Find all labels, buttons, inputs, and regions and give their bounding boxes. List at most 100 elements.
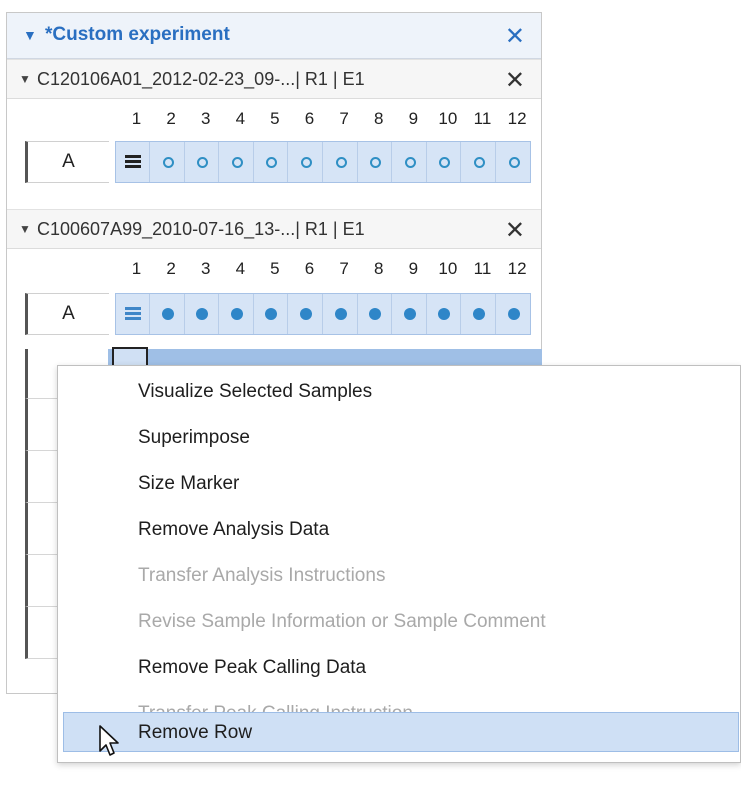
- empty-well-icon: [162, 157, 174, 168]
- well-cell[interactable]: [462, 142, 496, 182]
- column-number: 4: [235, 259, 246, 278]
- column-number: 6: [304, 259, 315, 278]
- column-number: 11: [473, 109, 492, 128]
- column-number: 9: [408, 109, 419, 128]
- well-cell[interactable]: [427, 294, 462, 334]
- filled-well-icon: [161, 308, 174, 320]
- filled-well-icon: [230, 308, 243, 320]
- column-number: 1: [131, 259, 142, 278]
- filled-well-icon: [265, 308, 278, 320]
- column-number: 2: [166, 259, 176, 278]
- filled-well-icon: [473, 308, 485, 320]
- column-number: 2: [166, 109, 176, 128]
- menu-item[interactable]: Size Marker: [58, 464, 740, 504]
- filled-well-icon: [438, 308, 451, 320]
- column-number: 10: [438, 109, 458, 128]
- column-number: 10: [438, 259, 458, 278]
- column-numbers: 1 2 3 4 5 6 7 8 9 10 11 12: [7, 259, 541, 285]
- empty-well-icon: [404, 157, 416, 168]
- menu-item[interactable]: Remove Analysis Data: [58, 510, 740, 550]
- empty-well-icon: [335, 157, 347, 168]
- filled-well-icon: [369, 308, 382, 320]
- well-cell[interactable]: [220, 142, 254, 182]
- well-cell[interactable]: [289, 294, 323, 334]
- well-cell[interactable]: [393, 294, 427, 334]
- context-menu: Visualize Selected Samples Superimpose Siz…: [57, 365, 741, 763]
- column-number: 3: [200, 259, 211, 278]
- menu-item[interactable]: Remove Row: [63, 712, 739, 752]
- close-icon[interactable]: ✕: [505, 216, 525, 245]
- empty-well-icon: [508, 157, 520, 168]
- close-icon[interactable]: ✕: [505, 66, 525, 95]
- menu-item: Revise Sample Information or Sample Comm…: [138, 611, 546, 632]
- list-lines-icon: [125, 307, 141, 321]
- well-cell[interactable]: [185, 294, 220, 334]
- well-cell[interactable]: [185, 142, 220, 182]
- empty-well-icon: [266, 157, 278, 168]
- well-cell[interactable]: [254, 294, 289, 334]
- list-lines-icon: [125, 155, 141, 169]
- column-numbers: 1 2 3 4 5 6 7 8 9 10 11 12: [7, 109, 541, 135]
- well-cell[interactable]: [116, 294, 150, 334]
- filled-well-icon: [334, 308, 347, 320]
- filled-well-icon: [196, 308, 209, 320]
- column-number: 8: [373, 109, 384, 128]
- column-number: 12: [507, 109, 527, 128]
- empty-well-icon: [370, 157, 382, 168]
- well-cell[interactable]: [393, 142, 427, 182]
- well-cell[interactable]: [151, 142, 185, 182]
- experiment-title: C100607A99_2010-07-16_13-...| R1 | E1: [37, 219, 365, 239]
- well-cell[interactable]: [289, 142, 323, 182]
- empty-well-icon: [301, 157, 312, 168]
- well-row: [115, 141, 531, 183]
- row-label[interactable]: A: [25, 293, 109, 335]
- column-number: 8: [373, 259, 384, 278]
- collapse-triangle-icon[interactable]: ▼: [23, 27, 37, 43]
- menu-item[interactable]: Superimpose: [58, 418, 740, 458]
- collapse-triangle-icon[interactable]: ▼: [19, 72, 31, 86]
- experiment-header[interactable]: ▼ C120106A01_2012-02-23_09-...| R1 | E1 …: [7, 59, 541, 99]
- well-cell[interactable]: [324, 294, 358, 334]
- well-cell[interactable]: [497, 294, 531, 334]
- well-cell[interactable]: [220, 294, 254, 334]
- empty-well-icon: [439, 157, 451, 168]
- column-number: 4: [235, 109, 246, 128]
- filled-well-icon: [507, 308, 520, 320]
- filled-well-icon: [300, 308, 312, 320]
- column-number: 5: [270, 109, 280, 128]
- row-label[interactable]: A: [25, 141, 109, 183]
- well-cell[interactable]: [462, 294, 496, 334]
- column-number: 9: [408, 259, 419, 278]
- filled-well-icon: [403, 308, 416, 320]
- mouse-pointer-icon: [99, 725, 119, 756]
- collapse-triangle-icon[interactable]: ▼: [19, 222, 31, 236]
- column-number: 3: [200, 109, 211, 128]
- empty-well-icon: [197, 157, 209, 168]
- well-cell[interactable]: [116, 142, 150, 182]
- selected-cell[interactable]: [112, 347, 148, 365]
- experiment-title: C120106A01_2012-02-23_09-...| R1 | E1: [37, 69, 365, 89]
- menu-item[interactable]: Remove Peak Calling Data: [58, 648, 740, 688]
- column-number: 11: [473, 259, 492, 278]
- menu-item[interactable]: Visualize Selected Samples: [58, 372, 740, 412]
- empty-well-icon: [474, 157, 485, 168]
- well-cell[interactable]: [151, 294, 185, 334]
- column-number: 12: [507, 259, 527, 278]
- well-cell[interactable]: [497, 142, 531, 182]
- well-cell[interactable]: [254, 142, 289, 182]
- well-cell[interactable]: [427, 142, 462, 182]
- well-cell[interactable]: [358, 142, 393, 182]
- panel-title: *Custom experiment: [45, 24, 230, 45]
- empty-well-icon: [231, 157, 243, 168]
- menu-item: Transfer Analysis Instructions: [138, 565, 386, 586]
- column-number: 6: [304, 109, 315, 128]
- well-row: [115, 293, 531, 335]
- close-icon[interactable]: ✕: [505, 22, 525, 51]
- well-cell[interactable]: [358, 294, 393, 334]
- column-number: 1: [131, 109, 142, 128]
- experiment-header[interactable]: ▼ C100607A99_2010-07-16_13-...| R1 | E1 …: [7, 209, 541, 249]
- panel-header[interactable]: ▼ *Custom experiment ✕: [7, 13, 541, 59]
- column-number: 5: [270, 259, 280, 278]
- column-number: 7: [339, 259, 349, 278]
- well-cell[interactable]: [324, 142, 358, 182]
